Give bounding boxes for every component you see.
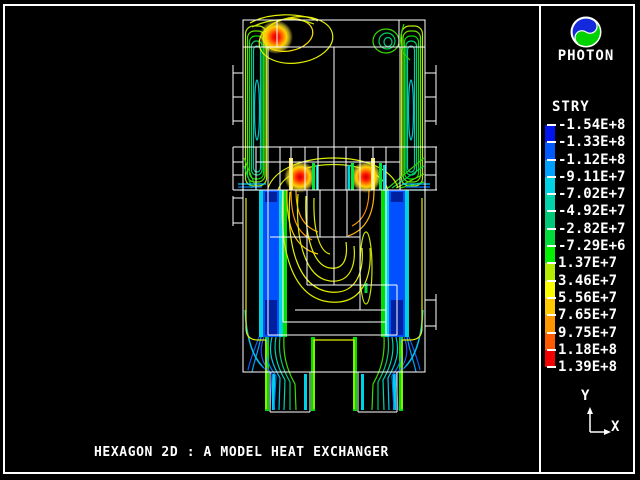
y-axis-label: Y [581, 388, 589, 404]
legend-tick-row: 7.65E+7 [547, 307, 625, 324]
legend-tick-row: -1.12E+8 [547, 151, 625, 168]
legend-tick-mark [547, 141, 556, 143]
legend-scale: -1.54E+8 -1.33E+8 -1.12E+8 -9.11E+7 -7.0… [547, 116, 625, 375]
legend-value-label: 1.39E+8 [558, 359, 617, 375]
legend-value-label: -7.29E+6 [558, 238, 625, 254]
legend-tick-mark [547, 349, 556, 351]
legend-tick-row: -9.11E+7 [547, 168, 625, 185]
legend-tick-mark [547, 280, 556, 282]
legend-tick-mark [547, 193, 556, 195]
legend-tick-mark [547, 176, 556, 178]
legend-value-label: 9.75E+7 [558, 325, 617, 341]
legend-tick-row: 1.39E+8 [547, 359, 625, 376]
legend-value-label: -4.92E+7 [558, 203, 625, 219]
legend-value-label: -7.02E+7 [558, 186, 625, 202]
legend-tick-row: -7.02E+7 [547, 186, 625, 203]
legend-tick-mark [547, 297, 556, 299]
legend-value-label: -1.33E+8 [558, 134, 625, 150]
legend-tick-row: 9.75E+7 [547, 324, 625, 341]
legend-variable-title: STRY [552, 99, 590, 115]
plot-title-caption: HEXAGON 2D : A MODEL HEAT EXCHANGER [94, 445, 389, 460]
photon-logo-icon [567, 13, 605, 51]
legend-tick-row: -1.54E+8 [547, 116, 625, 133]
x-axis-label: X [611, 419, 619, 435]
legend-value-label: 1.18E+8 [558, 342, 617, 358]
photon-app-name: PHOTON [546, 48, 626, 64]
legend-tick-mark [547, 210, 556, 212]
legend-value-label: -2.82E+7 [558, 221, 625, 237]
legend-tick-row: -1.33E+8 [547, 134, 625, 151]
legend-value-label: -9.11E+7 [558, 169, 625, 185]
legend-tick-mark [547, 332, 556, 334]
legend-panel-divider [539, 4, 541, 474]
legend-tick-mark [547, 314, 556, 316]
legend-tick-mark [547, 124, 556, 126]
legend-tick-row: 3.46E+7 [547, 272, 625, 289]
legend-value-label: -1.54E+8 [558, 117, 625, 133]
legend-value-label: 3.46E+7 [558, 273, 617, 289]
legend-value-label: 5.56E+7 [558, 290, 617, 306]
photon-screen: PHOTON STRY -1.54E+8 -1.33E+8 -1.12E+8 -… [0, 0, 640, 480]
legend-value-label: 7.65E+7 [558, 307, 617, 323]
legend-tick-mark [547, 228, 556, 230]
legend-tick-mark [547, 159, 556, 161]
legend-tick-mark [547, 245, 556, 247]
legend-tick-row: -4.92E+7 [547, 203, 625, 220]
legend-value-label: -1.12E+8 [558, 152, 625, 168]
legend-tick-row: -7.29E+6 [547, 237, 625, 254]
legend-tick-mark [547, 262, 556, 264]
legend-tick-row: 1.37E+7 [547, 255, 625, 272]
legend-tick-mark [547, 366, 556, 368]
legend-value-label: 1.37E+7 [558, 255, 617, 271]
legend-tick-row: -2.82E+7 [547, 220, 625, 237]
legend-tick-row: 1.18E+8 [547, 341, 625, 358]
legend-tick-row: 5.56E+7 [547, 289, 625, 306]
